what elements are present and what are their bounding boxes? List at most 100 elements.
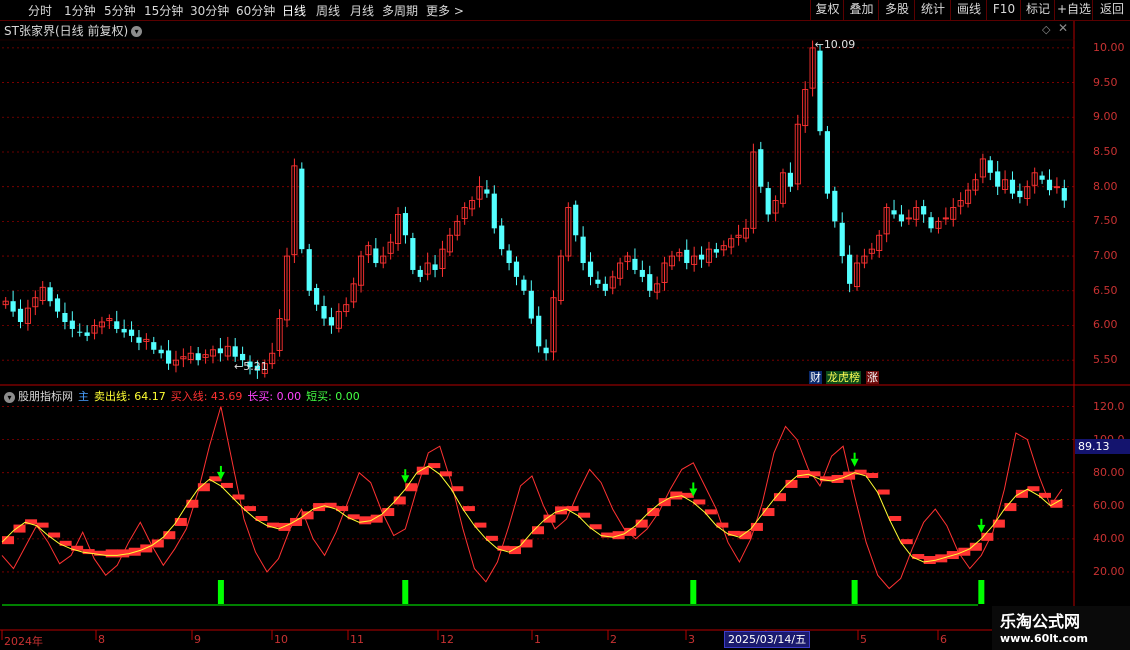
tab-period-9[interactable]: 多周期 [382,2,418,19]
candle-body [824,131,831,194]
indicator-bar [727,530,740,536]
badge-limit-up[interactable]: 涨 [866,371,879,384]
candle-body [321,306,327,319]
candle-body [195,353,201,361]
indicator-bar [981,532,994,541]
chevron-down-icon[interactable]: ▾ [4,391,15,403]
candle-body [232,346,238,357]
indicator-name[interactable]: 股朋指标网 [18,390,73,403]
indicator-tick-label: 60.00 [1093,498,1125,512]
indicator-bar [797,470,810,478]
toolbar-button-3[interactable]: 统计 [914,0,951,20]
tab-period-4[interactable]: 30分钟 [190,2,229,19]
candle-body [328,317,335,326]
diamond-icon[interactable]: ◇ [1042,23,1050,36]
candle-body [853,262,861,288]
close-icon[interactable]: ✕ [1058,21,1068,35]
candle-body [536,315,542,347]
toolbar-button-5[interactable]: F10 [986,0,1021,20]
candle-body [1024,186,1031,199]
indicator-bar [866,473,879,478]
tab-period-0[interactable]: 分时 [28,2,52,19]
tab-period-7[interactable]: 周线 [316,2,340,19]
date-tick-label: 11 [350,633,364,646]
price-tick-label: 6.50 [1093,283,1118,297]
indicator-bar [347,514,360,520]
indicator-bar [197,483,210,492]
tab-period-3[interactable]: 15分钟 [144,2,183,19]
date-tick-label: 3 [688,633,695,646]
tab-period-5[interactable]: 60分钟 [236,2,275,19]
candle-body [373,248,379,264]
chevron-down-icon[interactable]: ▾ [131,26,143,37]
indicator-bar [773,493,786,502]
tab-period-6[interactable]: 日线 [282,2,306,19]
candle-body [217,348,223,354]
candle-body [24,307,31,324]
price-chart[interactable] [0,0,1130,650]
candle-body [402,213,409,236]
tab-period-8[interactable]: 月线 [350,2,374,19]
candle-body [410,238,416,270]
candle-body [691,255,698,265]
candle-body [972,179,979,191]
toolbar-button-6[interactable]: 标记 [1020,0,1055,20]
candle-body [698,254,705,260]
toolbar-button-8[interactable]: 返回 [1092,0,1130,20]
candle-body [291,165,298,256]
signal-bar [851,580,858,604]
indicator-bar [532,526,545,535]
candle-body [39,286,46,301]
tab-period-1[interactable]: 1分钟 [64,2,96,19]
cursor-date-readout: 2025/03/14/五 [724,631,811,648]
candle-body [2,300,9,306]
candle-body [787,172,793,187]
badge-dragon-tiger[interactable]: 龙虎榜 [826,371,861,384]
indicator-bar [428,463,441,469]
indicator-bar [82,549,95,555]
toolbar-button-7[interactable]: +自选 [1054,0,1093,20]
toolbar-button-2[interactable]: 多股 [878,0,915,20]
arrow-down-icon [977,524,986,533]
indicator-bar [831,474,844,483]
toolbar-button-1[interactable]: 叠加 [843,0,879,20]
indicator-bar [336,506,349,512]
indicator-bar [969,542,982,551]
candle-body [484,189,490,194]
long-buy-value: 长买: 0.00 [247,390,302,403]
tab-period-10[interactable]: 更多 > [426,2,464,19]
date-tick-label: 2024年 [4,635,43,648]
candle-body [617,262,624,279]
price-tick-label: 9.50 [1093,75,1118,89]
candle-body [661,262,668,283]
candle-body [106,318,113,322]
signal-bar [978,580,985,604]
indicator-bar [474,522,487,528]
indicator-bar [808,471,821,477]
candle-body [913,207,920,220]
candle-body [314,288,320,305]
indicator-bar [48,532,61,538]
indicator-tag: 主 [78,390,89,403]
candle-body [609,276,616,289]
candle-body [868,248,875,254]
candle-body [1017,190,1023,198]
candle-body [180,356,187,360]
indicator-bar [416,466,429,475]
indicator-bar [36,522,49,528]
indicator-bar [497,545,510,551]
indicator-bar [508,546,521,555]
toolbar-button-0[interactable]: 复权 [810,0,844,20]
tab-period-2[interactable]: 5分钟 [104,2,136,19]
stock-title[interactable]: ST张家界(日线 前复权) ▾ [4,22,143,39]
indicator-bar [1027,486,1040,492]
badge-finance[interactable]: 财 [809,371,822,384]
candle-body [446,234,453,253]
toolbar-button-4[interactable]: 画线 [950,0,987,20]
date-tick-label: 12 [440,633,454,646]
price-tick-label: 7.00 [1093,249,1118,263]
candle-body [950,207,957,220]
indicator-bar [566,506,579,512]
indicator-bar [900,539,913,545]
candle-body [573,204,579,236]
